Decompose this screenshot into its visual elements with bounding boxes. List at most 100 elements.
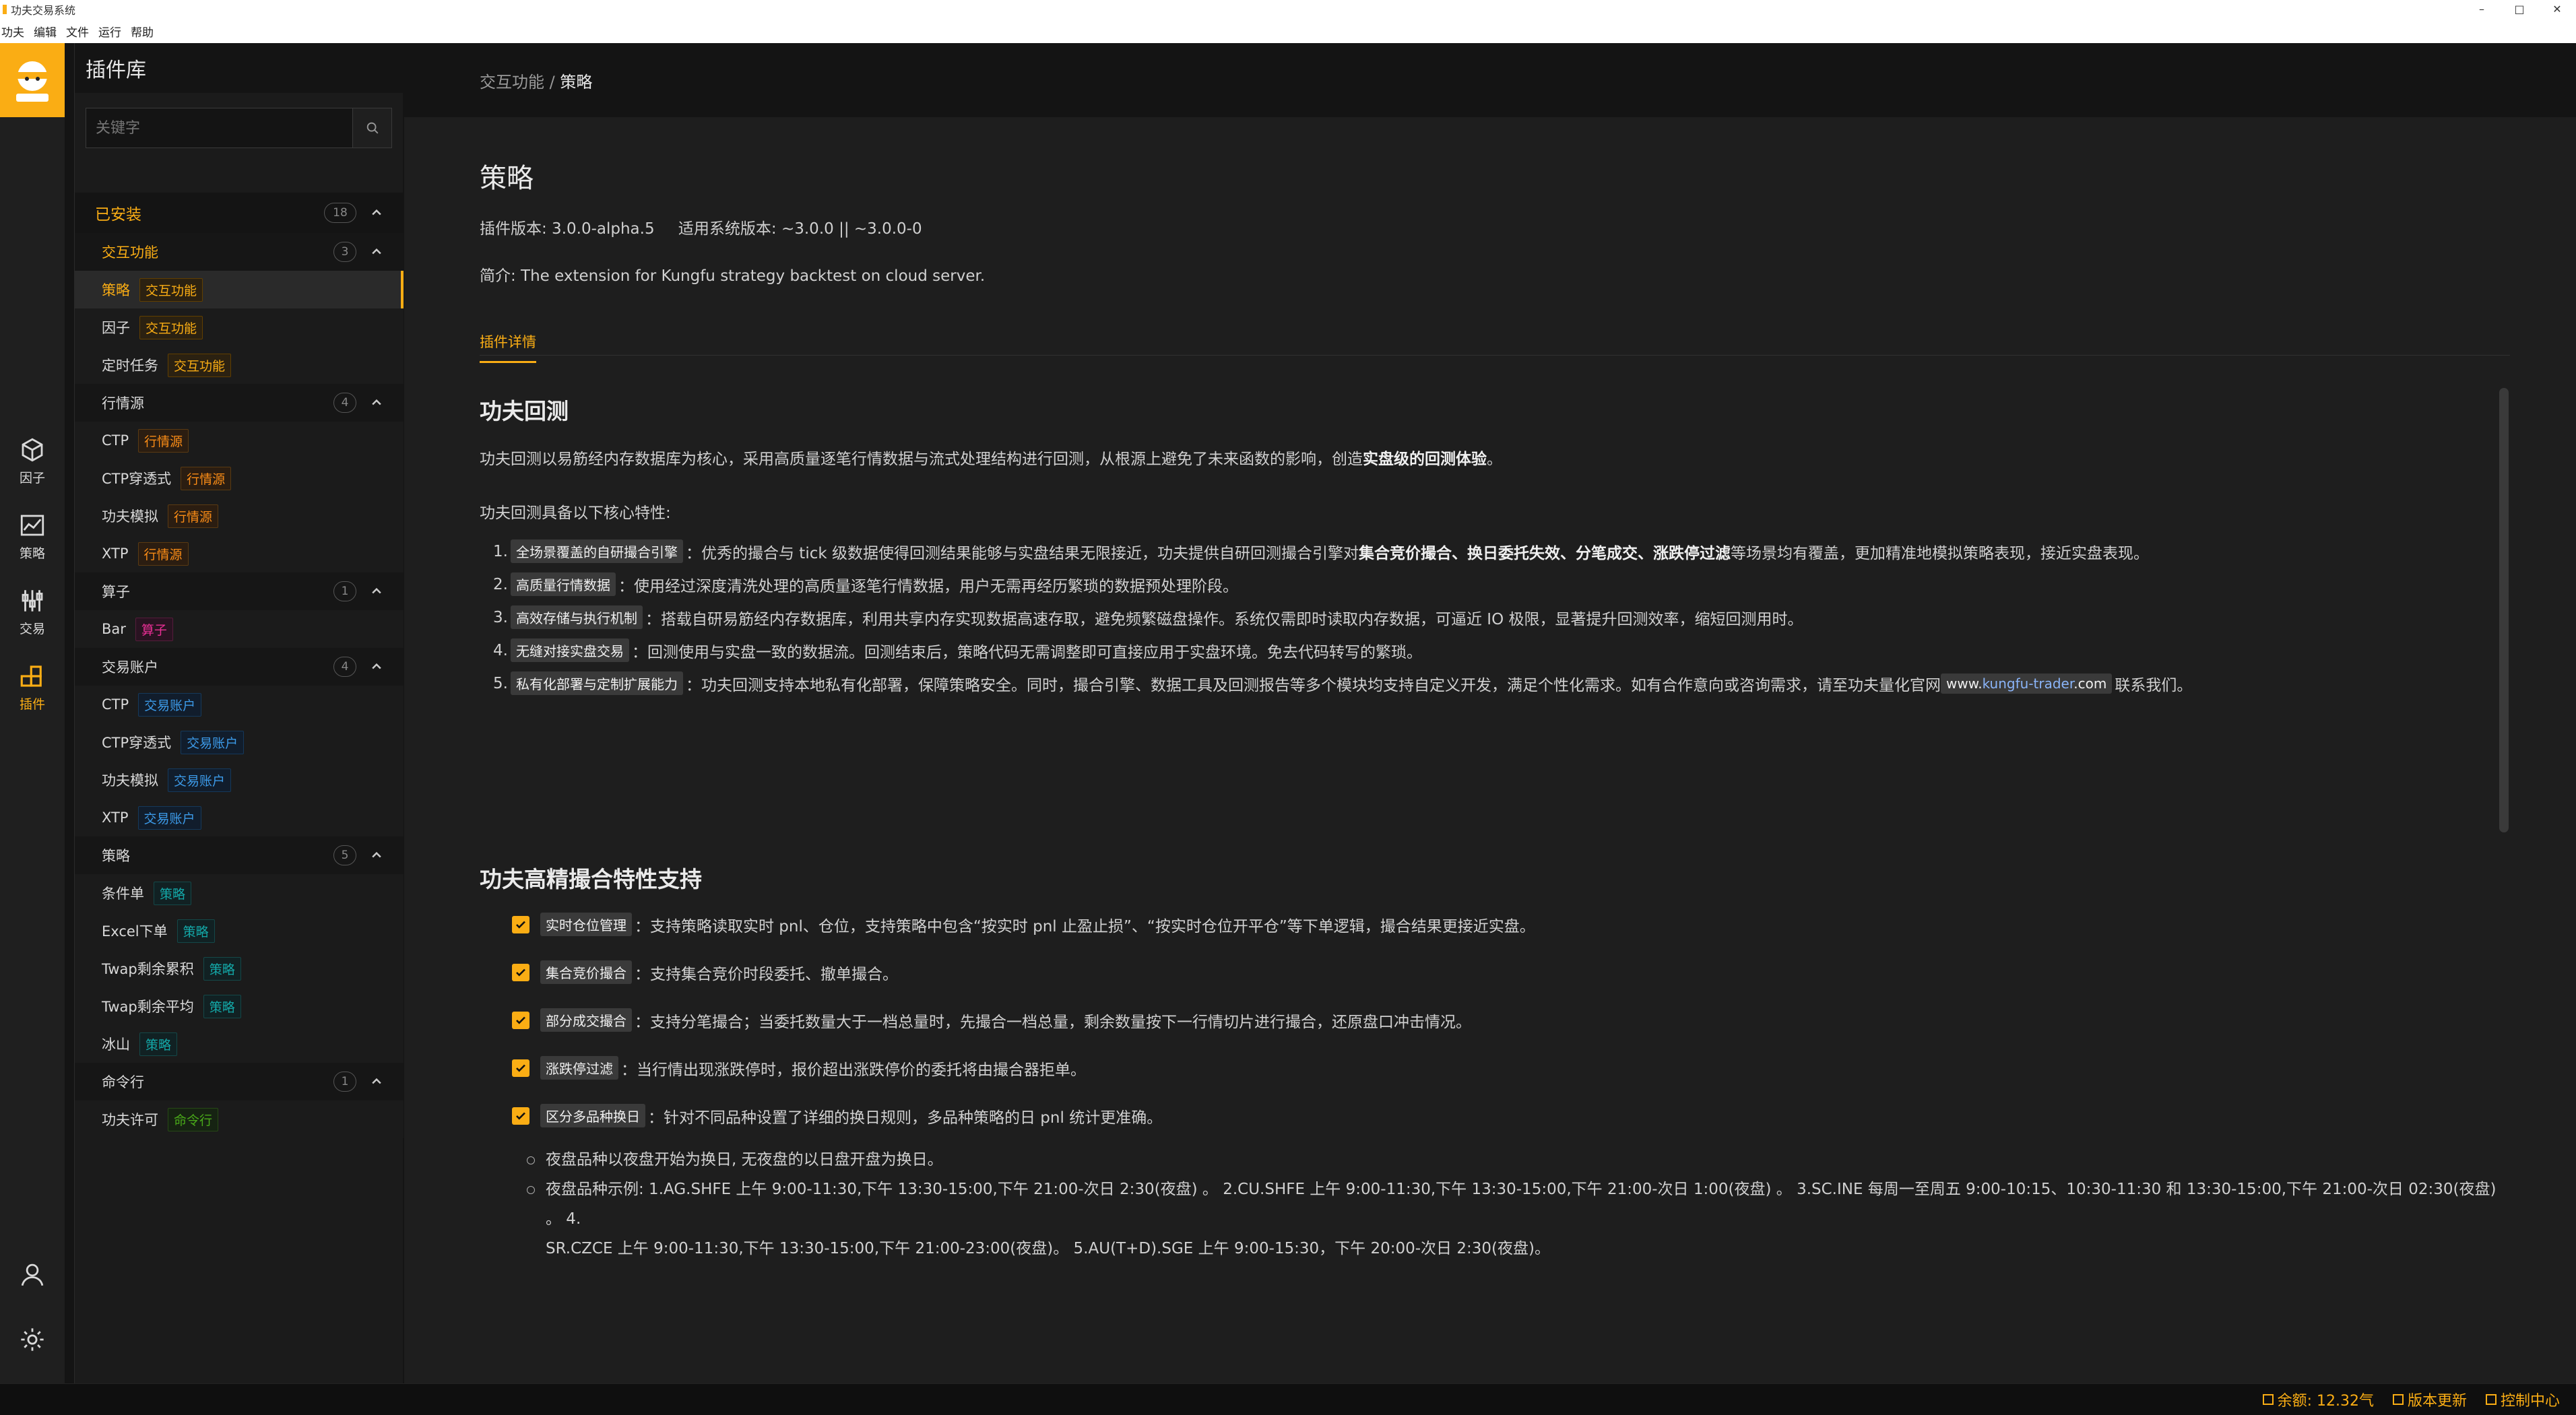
plugin-item[interactable]: 功夫许可 命令行 <box>75 1100 404 1138</box>
chevron-up-icon[interactable] <box>370 206 383 220</box>
group-count: 1 <box>333 1072 356 1092</box>
paragraph: 功夫回测具备以下核心特性: <box>480 504 671 522</box>
sub-list: 夜盘品种以夜盘开始为换日, 无夜盘的以日盘开盘为换日。 夜盘品种示例: 1.AG… <box>480 1145 2514 1263</box>
plugin-intro: 简介: The extension for Kungfu strategy ba… <box>480 267 986 285</box>
menu-edit[interactable]: 编辑 <box>34 23 57 40</box>
tab-bar: 插件详情 <box>480 331 2510 363</box>
group-label: 交易账户 <box>102 659 158 676</box>
plugin-item[interactable]: Twap剩余平均 策略 <box>75 987 404 1025</box>
plugin-tag: 策略 <box>203 956 241 981</box>
search-box <box>86 108 392 148</box>
plugin-item[interactable]: 功夫模拟 行情源 <box>75 497 404 535</box>
menu-help[interactable]: 帮助 <box>131 23 154 40</box>
plugin-name: 功夫模拟 <box>102 508 158 525</box>
activity-bar: 因子 策略 交易 插件 <box>0 43 65 1383</box>
group-count: 5 <box>333 845 356 865</box>
plugin-tag: 交易账户 <box>137 805 201 830</box>
maximize-button[interactable]: □ <box>2501 0 2538 19</box>
group-header[interactable]: 命令行 1 <box>75 1063 404 1100</box>
plugin-item[interactable]: Bar 算子 <box>75 610 404 648</box>
version-update-button[interactable]: 版本更新 <box>2392 1389 2467 1410</box>
activity-strategy[interactable]: 策略 <box>0 504 65 568</box>
chevron-up-icon[interactable] <box>370 245 383 259</box>
plugin-tag: 算子 <box>135 617 173 641</box>
plugin-item[interactable]: 功夫模拟 交易账户 <box>75 761 404 799</box>
text: 夜盘品种示例: 1.AG.SHFE 上午 9:00-11:30,下午 13:30… <box>546 1181 2497 1228</box>
activity-trade[interactable]: 交易 <box>0 579 65 644</box>
balance-status[interactable]: 余额: 12.32气 <box>2262 1389 2374 1410</box>
installed-header[interactable]: 已安装 18 <box>75 193 404 233</box>
chevron-up-icon[interactable] <box>370 1075 383 1088</box>
inline-code: 高质量行情数据 <box>511 572 616 596</box>
checkbox-checked-icon[interactable] <box>512 963 529 981</box>
plugin-item[interactable]: 策略 交互功能 <box>75 271 404 308</box>
sidebar-title: 插件库 <box>75 43 403 93</box>
list-item: 3. 高效存储与执行机制 ：搭载自研易筋经内存数据库，利用共享内存实现数据高速存取，… <box>493 601 2514 634</box>
list-item: 2. 高质量行情数据 ：使用经过深度清洗处理的高质量逐笔行情数据，用户无需再经历繁琐… <box>493 568 2514 601</box>
link-prefix: www. <box>1946 675 1983 692</box>
checkbox-checked-icon[interactable] <box>512 1059 529 1077</box>
user-button[interactable] <box>0 1245 65 1309</box>
group-count: 3 <box>333 242 356 262</box>
plugin-tag: 策略 <box>203 994 241 1018</box>
plugin-item[interactable]: CTP 交易账户 <box>75 686 404 723</box>
control-icon <box>2485 1394 2497 1405</box>
checkbox-checked-icon[interactable] <box>512 1011 529 1029</box>
menu-bar: 功夫 编辑 文件 运行 帮助 <box>0 19 2576 43</box>
group-header[interactable]: 交互功能 3 <box>75 233 404 271</box>
main-panel: 交互功能 / 策略 策略 插件版本: 3.0.0-alpha.5 适用系统版本:… <box>404 43 2576 1383</box>
plugin-name: Bar <box>102 621 126 637</box>
chevron-up-icon[interactable] <box>370 660 383 673</box>
search-button[interactable] <box>352 108 391 147</box>
checkbox-checked-icon[interactable] <box>512 915 529 933</box>
chevron-up-icon[interactable] <box>370 849 383 862</box>
group-header[interactable]: 交易账户 4 <box>75 648 404 686</box>
settings-button[interactable] <box>0 1309 65 1374</box>
app-logo <box>0 43 65 117</box>
group-header[interactable]: 策略 5 <box>75 836 404 874</box>
activity-plugins[interactable]: 插件 <box>0 655 65 719</box>
menu-run[interactable]: 运行 <box>98 23 121 40</box>
group-header[interactable]: 行情源 4 <box>75 384 404 422</box>
link-text: kungfu-trader <box>1982 675 2074 692</box>
chevron-up-icon[interactable] <box>370 585 383 598</box>
plugin-item[interactable]: XTP 行情源 <box>75 535 404 572</box>
inline-code: 区分多品种换日 <box>540 1104 645 1127</box>
website-link[interactable]: www.kungfu-trader.com <box>1941 673 2113 694</box>
group-label: 命令行 <box>102 1074 144 1090</box>
plugin-item[interactable]: Excel下单 策略 <box>75 912 404 950</box>
inline-code: 全场景覆盖的自研撮合引擎 <box>511 539 683 563</box>
search-input[interactable] <box>86 108 352 147</box>
tab-plugin-detail[interactable]: 插件详情 <box>480 331 536 363</box>
plugin-item[interactable]: 条件单 策略 <box>75 874 404 912</box>
plugin-item[interactable]: CTP穿透式 行情源 <box>75 459 404 497</box>
list-number: 2. <box>493 575 508 593</box>
minimize-button[interactable]: – <box>2463 0 2501 19</box>
control-center-button[interactable]: 控制中心 <box>2485 1389 2560 1410</box>
plugin-tag: 交互功能 <box>139 277 203 302</box>
text: ：使用经过深度清洗处理的高质量逐笔行情数据，用户无需再经历繁琐的数据预处理阶段。 <box>618 577 1238 595</box>
list-number: 3. <box>493 608 508 626</box>
plugin-item[interactable]: CTP 行情源 <box>75 422 404 459</box>
checkbox-checked-icon[interactable] <box>512 1107 529 1125</box>
plugin-item[interactable]: 冰山 策略 <box>75 1025 404 1063</box>
menu-file[interactable]: 文件 <box>66 23 89 40</box>
chevron-up-icon[interactable] <box>370 396 383 409</box>
activity-factor[interactable]: 因子 <box>0 428 65 493</box>
group-header[interactable]: 算子 1 <box>75 572 404 610</box>
window-title: 功夫交易系统 <box>11 4 76 17</box>
plugin-item[interactable]: 因子 交互功能 <box>75 308 404 346</box>
plugin-item[interactable]: 定时任务 交互功能 <box>75 346 404 384</box>
page-title: 策略 <box>480 163 534 194</box>
plugin-tag: 策略 <box>154 881 192 905</box>
group-label: 策略 <box>102 848 130 864</box>
close-button[interactable]: ✕ <box>2538 0 2576 19</box>
plugin-item[interactable]: XTP 交易账户 <box>75 799 404 836</box>
plugin-name: Twap剩余累积 <box>102 961 194 977</box>
group-label: 交互功能 <box>102 244 158 261</box>
breadcrumb-parent[interactable]: 交互功能 / <box>480 69 555 92</box>
plugin-name: 功夫许可 <box>102 1112 158 1128</box>
plugin-item[interactable]: Twap剩余累积 策略 <box>75 950 404 987</box>
menu-kungfu[interactable]: 功夫 <box>1 23 24 40</box>
plugin-item[interactable]: CTP穿透式 交易账户 <box>75 723 404 761</box>
